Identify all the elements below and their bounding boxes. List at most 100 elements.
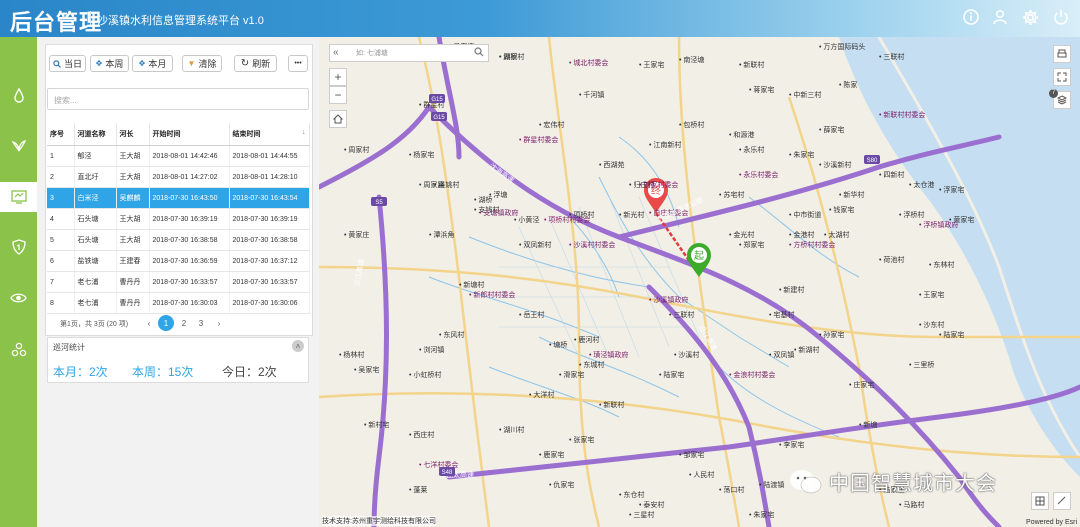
place-label: • 周家村	[344, 145, 369, 154]
collapse-icon[interactable]: ˄	[292, 340, 304, 352]
col-river-header[interactable]: 河道名称	[74, 123, 117, 146]
info-icon[interactable]	[960, 6, 982, 28]
stats-title: 巡河统计	[53, 343, 85, 352]
zoom-in-button[interactable]: +	[329, 68, 347, 86]
cell-no: 4	[47, 208, 75, 230]
fullscreen-icon[interactable]	[1053, 68, 1071, 86]
nav-eye-icon[interactable]	[0, 283, 37, 313]
collapse-panel-icon[interactable]: «	[333, 47, 339, 58]
nav-plant-icon[interactable]	[0, 130, 37, 160]
place-label: • 浏河镇	[419, 345, 444, 354]
place-label: • 中市街道	[789, 210, 821, 219]
page-3-button[interactable]: 3	[193, 315, 209, 331]
cell-end: 2018-07-30 16:39:19	[229, 208, 310, 230]
page-1-button[interactable]: 1	[158, 315, 174, 331]
nav-water-icon[interactable]	[0, 80, 37, 110]
table-row[interactable]: 4 石头塘 王大胡 2018-07-30 16:39:19 2018-07-30 16:…	[47, 208, 310, 230]
road-shield: S48	[439, 467, 455, 476]
cell-river: 石头塘	[74, 208, 117, 230]
place-label: • 湖桥村	[499, 52, 524, 61]
place-label: • 浮家宅	[939, 185, 964, 194]
place-label: • 新建村	[779, 285, 804, 294]
table-row[interactable]: 8 老七浦 曹丹丹 2018-07-30 16:30:03 2018-07-30 16:…	[47, 292, 310, 314]
place-label: • 中新三村	[789, 90, 821, 99]
place-label: • 陆家宅	[659, 370, 684, 379]
cell-river: 老七浦	[74, 271, 117, 293]
title-separator	[90, 11, 91, 25]
place-label: • 小虹桥村	[409, 370, 441, 379]
nav-shield-icon[interactable]	[0, 232, 37, 262]
place-label: • 西庄村	[409, 430, 434, 439]
col-chief-header[interactable]: 河长	[116, 123, 150, 146]
clear-button[interactable]: ▼ 清除	[182, 55, 222, 72]
nav-modules-icon[interactable]	[0, 335, 37, 365]
place-label: • 黄家庄	[344, 230, 369, 239]
nav-monitor-icon[interactable]	[0, 182, 37, 212]
more-button[interactable]: •••	[288, 55, 308, 72]
user-icon[interactable]	[989, 6, 1011, 28]
table-row[interactable]: 3 白米泾 吴麒麟 2018-07-30 16:43:50 2018-07-30 16:…	[47, 187, 310, 209]
place-label: • 金光村	[729, 230, 754, 239]
place-label: • 沙溪新村	[819, 160, 851, 169]
map-search-input[interactable]: 如: 七浦塘	[356, 48, 388, 58]
prev-page-button[interactable]: ‹	[141, 315, 157, 331]
table-row[interactable]: 5 石头塘 王大胡 2018-07-30 16:38:58 2018-07-30 16:…	[47, 229, 310, 251]
place-label: • 璜泾镇政府	[589, 350, 628, 359]
cell-no: 7	[47, 271, 75, 293]
refresh-button[interactable]: ↻ 刷新	[234, 55, 277, 72]
cell-start: 2018-07-30 16:30:03	[149, 292, 230, 314]
app-title: 后台管理	[10, 10, 103, 35]
place-label: • 陆家宅	[939, 330, 964, 339]
home-icon[interactable]	[329, 110, 347, 128]
next-page-button[interactable]: ›	[211, 315, 227, 331]
search-input[interactable]: 搜索...	[47, 88, 309, 110]
gear-icon[interactable]	[1019, 6, 1041, 28]
col-no-header[interactable]: 序号	[47, 123, 75, 146]
map-canvas[interactable]: 终 起 • 毛家湾• 顾家• 城北村委会• 王家宅• 南泾塘• 新联村• 万方国…	[319, 37, 1080, 527]
today-button[interactable]: 当日	[49, 55, 86, 72]
measure-icon[interactable]	[1053, 492, 1071, 510]
cell-end: 2018-07-30 16:43:54	[229, 187, 310, 209]
place-label: • 湖川村	[499, 425, 524, 434]
cell-end: 2018-08-01 14:44:55	[229, 145, 310, 167]
svg-text:S48: S48	[442, 470, 453, 476]
month-button[interactable]: ✥ 本月	[132, 55, 173, 72]
road-shield: S5	[371, 197, 387, 206]
map-search-icon[interactable]	[474, 46, 484, 60]
week-label: 本周	[105, 59, 124, 69]
layer-count-badge: 7	[1049, 89, 1058, 98]
table-row[interactable]: 1 郁泾 王大胡 2018-08-01 14:42:46 2018-08-01 14:4…	[47, 145, 310, 167]
place-label: • 四新村	[879, 170, 904, 179]
col-end-header[interactable]: 结束时间 ↓	[229, 123, 310, 146]
table-row[interactable]: 6 盐铁塘 王建春 2018-07-30 16:36:59 2018-07-30 16:…	[47, 250, 310, 272]
power-icon[interactable]	[1050, 6, 1072, 28]
map-attribution: 技术支持:苏州重宇测绘科技有限公司	[322, 516, 436, 526]
page-2-button[interactable]: 2	[176, 315, 192, 331]
place-label: • 新联村	[599, 400, 624, 409]
col-start-header[interactable]: 开始时间	[149, 123, 230, 146]
zoom-out-button[interactable]: −	[329, 86, 347, 104]
svg-text:S5: S5	[375, 200, 383, 206]
place-label: • 岳王村	[519, 310, 544, 319]
place-label: • 新光村	[619, 210, 644, 219]
place-label: • 郑家宅	[739, 240, 764, 249]
place-label: • 沙溪村村委会	[569, 240, 615, 249]
cell-no: 2	[47, 166, 75, 188]
place-label: • 南泾塘	[679, 55, 704, 64]
basemap-grid-icon[interactable]	[1031, 492, 1049, 510]
place-label: • 三里桥	[909, 360, 934, 369]
week-button[interactable]: ✥ 本周	[90, 55, 129, 72]
map-view[interactable]: 终 起 • 毛家湾• 顾家• 城北村委会• 王家宅• 南泾塘• 新联村• 万方国…	[319, 37, 1080, 527]
table-header-row: 序号 河道名称 河长 开始时间 结束时间 ↓	[47, 123, 310, 146]
table-row[interactable]: 2 直北圩 王大胡 2018-08-01 14:27:02 2018-08-01 14:…	[47, 166, 310, 188]
sort-icon[interactable]: ↓	[302, 129, 306, 136]
svg-text:S80: S80	[867, 158, 878, 164]
cell-end: 2018-07-30 16:30:06	[229, 292, 310, 314]
print-icon[interactable]	[1053, 45, 1071, 63]
place-label: • 人民村	[689, 470, 714, 479]
place-label: • 宏伟村	[539, 120, 564, 129]
table-row[interactable]: 7 老七浦 曹丹丹 2018-07-30 16:33:57 2018-07-30 16:…	[47, 271, 310, 293]
highway-label: 沈海高速	[488, 161, 516, 184]
place-label: • 吴家宅	[354, 365, 379, 374]
today-label: 当日	[63, 59, 82, 69]
